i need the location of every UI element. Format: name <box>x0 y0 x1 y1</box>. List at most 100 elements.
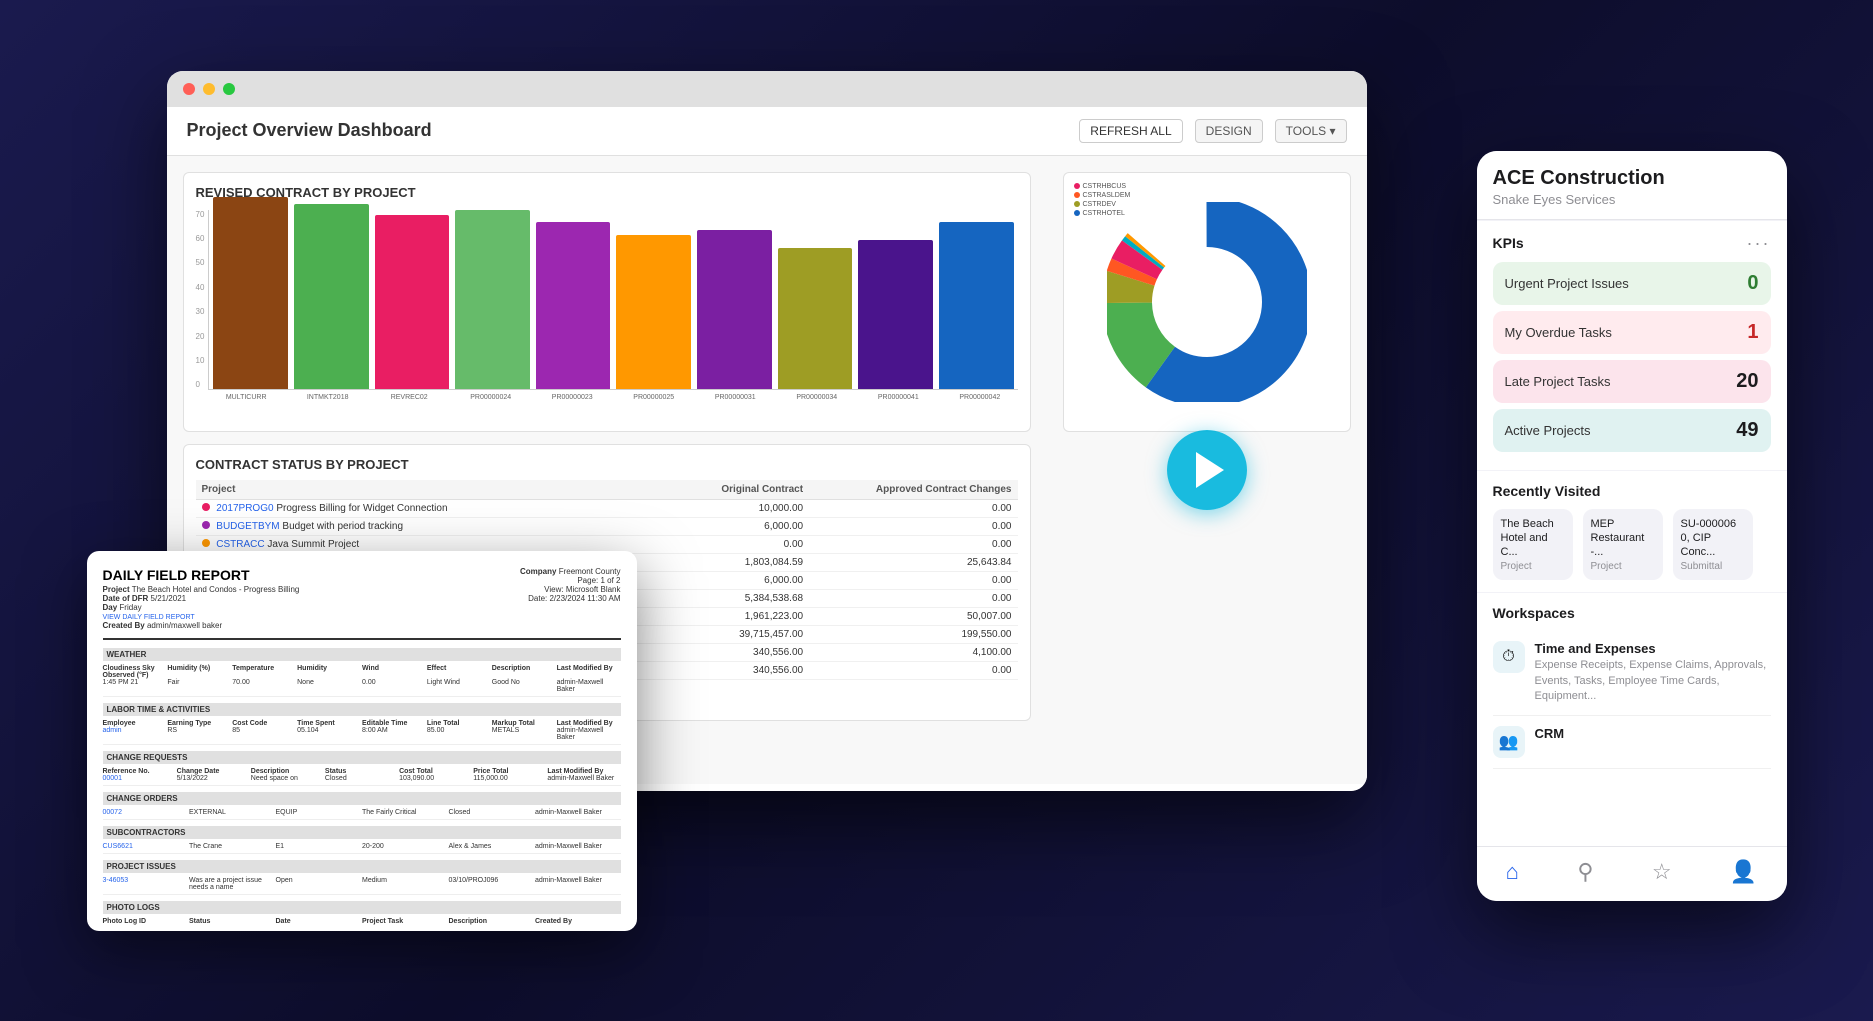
visited-item-2-title: MEP Restaurant -... <box>1591 517 1655 560</box>
weather-data: 1:45 PM 21 Fair 70.00 None 0.00 Light Wi… <box>103 679 621 697</box>
report-project-info: Project The Beach Hotel and Condos - Pro… <box>103 585 300 630</box>
mobile-tabbar: ⌂ ⚲ ☆ 👤 <box>1477 846 1787 901</box>
tab-favorites[interactable]: ☆ <box>1636 855 1688 889</box>
bar-label-MULTICURR: MULTICURR <box>208 394 284 401</box>
workspaces-section: Workspaces ⏱ Time and Expenses Expense R… <box>1477 593 1787 845</box>
project-issues-title: PROJECT ISSUES <box>103 860 621 873</box>
kpi-header: KPIs ··· <box>1493 233 1771 254</box>
bar-chart-bars <box>208 210 1017 390</box>
visited-item-2-sub: Project <box>1591 561 1655 572</box>
original-contract: 340,556.00 <box>677 661 809 679</box>
company-name: ACE Construction <box>1493 167 1771 190</box>
workspace-crm[interactable]: 👥 CRM <box>1493 716 1771 769</box>
close-button[interactable] <box>183 83 195 95</box>
bar-label-PR00000023: PR00000023 <box>534 394 610 401</box>
chart-with-axis: 0 10 20 30 40 50 60 70 MU <box>196 210 1018 401</box>
workspace-time-expenses[interactable]: ⏱ Time and Expenses Expense Receipts, Ex… <box>1493 631 1771 715</box>
bar-PR00000041[interactable] <box>858 240 933 388</box>
bar-PR00000042[interactable] <box>939 222 1014 388</box>
design-button[interactable]: DESIGN <box>1195 119 1263 143</box>
kpi-row-overdue[interactable]: My Overdue Tasks 1 <box>1493 311 1771 354</box>
donut-label-2: CSTRASLDEM <box>1074 192 1131 199</box>
kpi-label-urgent: Urgent Project Issues <box>1505 276 1629 291</box>
original-contract: 6,000.00 <box>677 517 809 535</box>
donut-dot-2 <box>1074 192 1080 198</box>
project-name: Progress Billing for Widget Connection <box>276 503 447 514</box>
project-code-link[interactable]: 2017PROG0 <box>216 503 273 514</box>
report-header: DAILY FIELD REPORT Project The Beach Hot… <box>103 567 621 640</box>
visited-item-1[interactable]: The Beach Hotel and C... Project <box>1493 509 1573 581</box>
visited-item-3-sub: Submittal <box>1681 561 1745 572</box>
photo-logs-section: PHOTO LOGS Photo Log ID Status Date Proj… <box>103 901 621 925</box>
donut-svg <box>1107 202 1307 402</box>
bar-MULTICURR[interactable] <box>213 197 288 389</box>
visited-item-1-sub: Project <box>1501 561 1565 572</box>
toolbar-actions: REFRESH ALL DESIGN TOOLS ▾ <box>1079 119 1346 143</box>
change-requests-title: CHANGE REQUESTS <box>103 751 621 764</box>
visited-item-3[interactable]: SU-000006 0, CIP Conc... Submittal <box>1673 509 1753 581</box>
bar-PR00000024[interactable] <box>455 210 530 389</box>
minimize-button[interactable] <box>203 83 215 95</box>
project-name: Budget with period tracking <box>282 521 403 532</box>
approved-changes: 4,100.00 <box>809 643 1017 661</box>
kpi-row-active[interactable]: Active Projects 49 <box>1493 409 1771 452</box>
workspaces-title: Workspaces <box>1493 605 1771 621</box>
original-contract: 340,556.00 <box>677 643 809 661</box>
browser-titlebar <box>167 71 1367 107</box>
report-header-right: Company Freemont County Page: 1 of 2 Vie… <box>520 567 621 630</box>
change-orders-section: CHANGE ORDERS 00072 EXTERNAL EQUIP The F… <box>103 792 621 820</box>
labor-section: LABOR TIME & ACTIVITIES Employee Earning… <box>103 703 621 745</box>
project-code-link[interactable]: CSTRACC <box>216 539 264 550</box>
visited-items-list: The Beach Hotel and C... Project MEP Res… <box>1493 509 1771 581</box>
y-axis-labels: 0 10 20 30 40 50 60 70 <box>196 210 205 390</box>
row-dot <box>202 539 210 547</box>
donut-dot-1 <box>1074 183 1080 189</box>
approved-changes: 0.00 <box>809 571 1017 589</box>
bar-PR00000034[interactable] <box>778 248 853 389</box>
bar-PR00000023[interactable] <box>536 222 611 388</box>
change-requests-data: 00001 5/13/2022 Need space on Closed 103… <box>103 775 621 786</box>
bar-REVREC02[interactable] <box>375 215 450 389</box>
bar-chart-title: REVISED CONTRACT BY PROJECT <box>196 185 1018 200</box>
change-orders-title: CHANGE ORDERS <box>103 792 621 805</box>
mobile-header: ACE Construction Snake Eyes Services <box>1477 151 1787 220</box>
company-subtitle: Snake Eyes Services <box>1493 192 1771 207</box>
favorites-icon: ☆ <box>1652 859 1672 885</box>
refresh-all-button[interactable]: REFRESH ALL <box>1079 119 1182 143</box>
home-icon: ⌂ <box>1506 859 1519 885</box>
weather-title: WEATHER <box>103 648 621 661</box>
workspace-time-sub: Expense Receipts, Expense Claims, Approv… <box>1535 658 1771 704</box>
donut-labels: CSTRHBCUS CSTRASLDEM CSTRDEV <box>1074 183 1131 219</box>
maximize-button[interactable] <box>223 83 235 95</box>
profile-icon: 👤 <box>1730 859 1757 885</box>
donut-dot-4 <box>1074 210 1080 216</box>
approved-changes: 50,007.00 <box>809 607 1017 625</box>
bar-label-INTMKT2018: INTMKT2018 <box>290 394 366 401</box>
workspace-time-title: Time and Expenses <box>1535 641 1771 656</box>
visited-item-2[interactable]: MEP Restaurant -... Project <box>1583 509 1663 581</box>
table-row[interactable]: 2017PROG0 Progress Billing for Widget Co… <box>196 499 1018 517</box>
dashboard-title: Project Overview Dashboard <box>187 120 432 141</box>
bar-PR00000025[interactable] <box>616 235 691 388</box>
play-button[interactable] <box>1167 430 1247 510</box>
bar-PR00000031[interactable] <box>697 230 772 389</box>
visited-item-1-title: The Beach Hotel and C... <box>1501 517 1565 560</box>
tools-button[interactable]: TOOLS ▾ <box>1275 119 1347 143</box>
tab-search[interactable]: ⚲ <box>1561 855 1609 889</box>
project-name: Java Summit Project <box>267 539 359 550</box>
table-row[interactable]: BUDGETBYM Budget with period tracking 6,… <box>196 517 1018 535</box>
col-project: Project <box>196 480 677 500</box>
report-title: DAILY FIELD REPORT <box>103 567 300 583</box>
kpi-row-urgent[interactable]: Urgent Project Issues 0 <box>1493 262 1771 305</box>
project-code-link[interactable]: BUDGETBYM <box>216 521 279 532</box>
tab-profile[interactable]: 👤 <box>1714 855 1773 889</box>
kpi-value-urgent: 0 <box>1747 272 1758 295</box>
kpi-row-late[interactable]: Late Project Tasks 20 <box>1493 360 1771 403</box>
kpi-more-button[interactable]: ··· <box>1747 233 1771 254</box>
kpi-value-active: 49 <box>1736 419 1758 442</box>
tab-home[interactable]: ⌂ <box>1490 855 1535 889</box>
donut-label-4: CSTRHOTEL <box>1074 210 1131 217</box>
labor-data: admin RS 85 05.104 8:00 AM 85.00 METALS … <box>103 727 621 745</box>
bar-INTMKT2018[interactable] <box>294 204 369 388</box>
bar-label-REVREC02: REVREC02 <box>371 394 447 401</box>
